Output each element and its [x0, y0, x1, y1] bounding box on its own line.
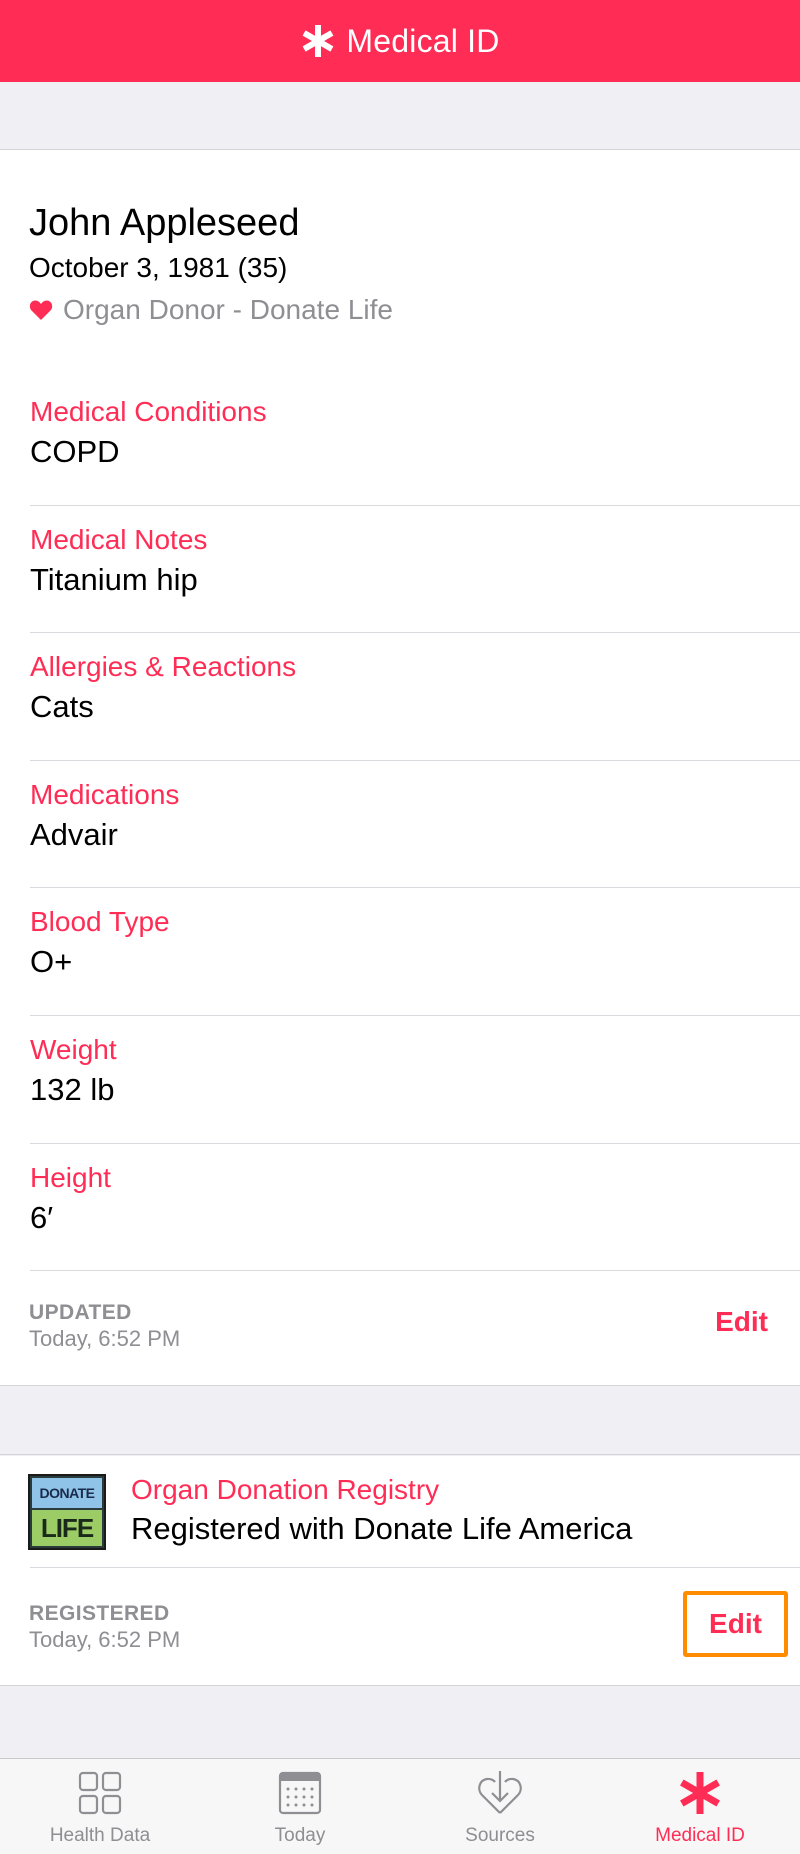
logo-top-text: DONATE	[32, 1478, 102, 1508]
organ-donor-label: Organ Donor - Donate Life	[63, 294, 393, 325]
field-weight: Weight 132 lb	[30, 1016, 800, 1144]
field-label: Blood Type	[30, 906, 170, 938]
registered-info: REGISTERED Today, 6:52 PM	[29, 1601, 180, 1653]
registry-row[interactable]: DONATE LIFE Organ Donation Registry Regi…	[0, 1456, 800, 1568]
updated-info: UPDATED Today, 6:52 PM	[29, 1300, 180, 1352]
section-spacer	[0, 82, 800, 150]
field-value: COPD	[30, 434, 120, 469]
field-label: Medications	[30, 778, 180, 810]
registered-caption: REGISTERED	[29, 1602, 170, 1625]
organ-donation-card: DONATE LIFE Organ Donation Registry Regi…	[0, 1456, 800, 1686]
field-label: Medical Conditions	[30, 396, 267, 427]
field-value: 6′	[30, 1199, 54, 1235]
edit-registration-button[interactable]: Edit	[683, 1591, 788, 1657]
profile-header: John Appleseed October 3, 1981 (35) Orga…	[29, 200, 769, 330]
heart-download-icon	[478, 1771, 522, 1814]
field-label: Weight	[30, 1033, 117, 1065]
date-of-birth: October 3, 1981 (35)	[29, 252, 288, 283]
organ-donor-status: Organ Donor - Donate Life	[29, 290, 769, 330]
updated-row: UPDATED Today, 6:52 PM Edit	[0, 1300, 800, 1400]
tab-sources[interactable]: Sources	[400, 1759, 600, 1854]
field-medical-conditions: Medical Conditions COPD	[30, 378, 800, 506]
nav-title-group: Medical ID	[300, 23, 499, 60]
tab-today[interactable]: Today	[200, 1759, 400, 1854]
field-label: Allergies & Reactions	[30, 651, 297, 683]
patient-name: John Appleseed	[29, 202, 300, 244]
donate-life-logo: DONATE LIFE	[28, 1474, 106, 1550]
page-title: Medical ID	[346, 22, 500, 59]
field-blood-type: Blood Type O+	[30, 888, 800, 1016]
field-value: O+	[30, 944, 73, 980]
updated-caption: UPDATED	[29, 1301, 132, 1324]
tab-label: Today	[274, 1825, 326, 1846]
field-value: Advair	[30, 816, 118, 852]
updated-time: Today, 6:52 PM	[29, 1326, 181, 1351]
asterisk-icon	[680, 1772, 720, 1814]
registry-label: Organ Donation Registry	[131, 1474, 440, 1505]
tab-label: Medical ID	[655, 1825, 745, 1846]
row-divider	[30, 1567, 800, 1568]
edit-medical-id-button[interactable]: Edit	[715, 1306, 768, 1338]
registered-time: Today, 6:52 PM	[29, 1627, 181, 1652]
medical-id-card: John Appleseed October 3, 1981 (35) Orga…	[0, 150, 800, 1386]
navigation-bar: Medical ID	[0, 0, 800, 82]
tab-label: Sources	[465, 1825, 535, 1846]
field-value: Cats	[30, 689, 94, 725]
field-medical-notes: Medical Notes Titanium hip	[30, 506, 800, 634]
field-height: Height 6′	[30, 1144, 800, 1272]
field-label: Height	[30, 1161, 111, 1193]
medical-fields-list: Medical Conditions COPD Medical Notes Ti…	[30, 378, 800, 1272]
field-value: 132 lb	[30, 1071, 115, 1107]
field-allergies: Allergies & Reactions Cats	[30, 633, 800, 761]
tab-medical-id[interactable]: Medical ID	[600, 1759, 800, 1854]
section-spacer	[0, 1387, 800, 1455]
tab-bar: Health Data Today Sources Medical ID	[0, 1758, 800, 1854]
calendar-icon	[278, 1771, 322, 1815]
logo-bottom-text: LIFE	[32, 1510, 102, 1546]
field-medications: Medications Advair	[30, 761, 800, 889]
tab-label: Health Data	[49, 1825, 151, 1846]
registry-text: Organ Donation Registry Registered with …	[131, 1472, 632, 1550]
registry-value: Registered with Donate Life America	[131, 1511, 633, 1546]
grid-icon	[78, 1771, 122, 1815]
field-label: Medical Notes	[30, 523, 208, 555]
tab-health-data[interactable]: Health Data	[0, 1759, 200, 1854]
field-value: Titanium hip	[30, 561, 198, 597]
registered-row: REGISTERED Today, 6:52 PM	[0, 1601, 800, 1701]
heart-icon	[29, 300, 53, 320]
asterisk-icon	[303, 25, 334, 57]
